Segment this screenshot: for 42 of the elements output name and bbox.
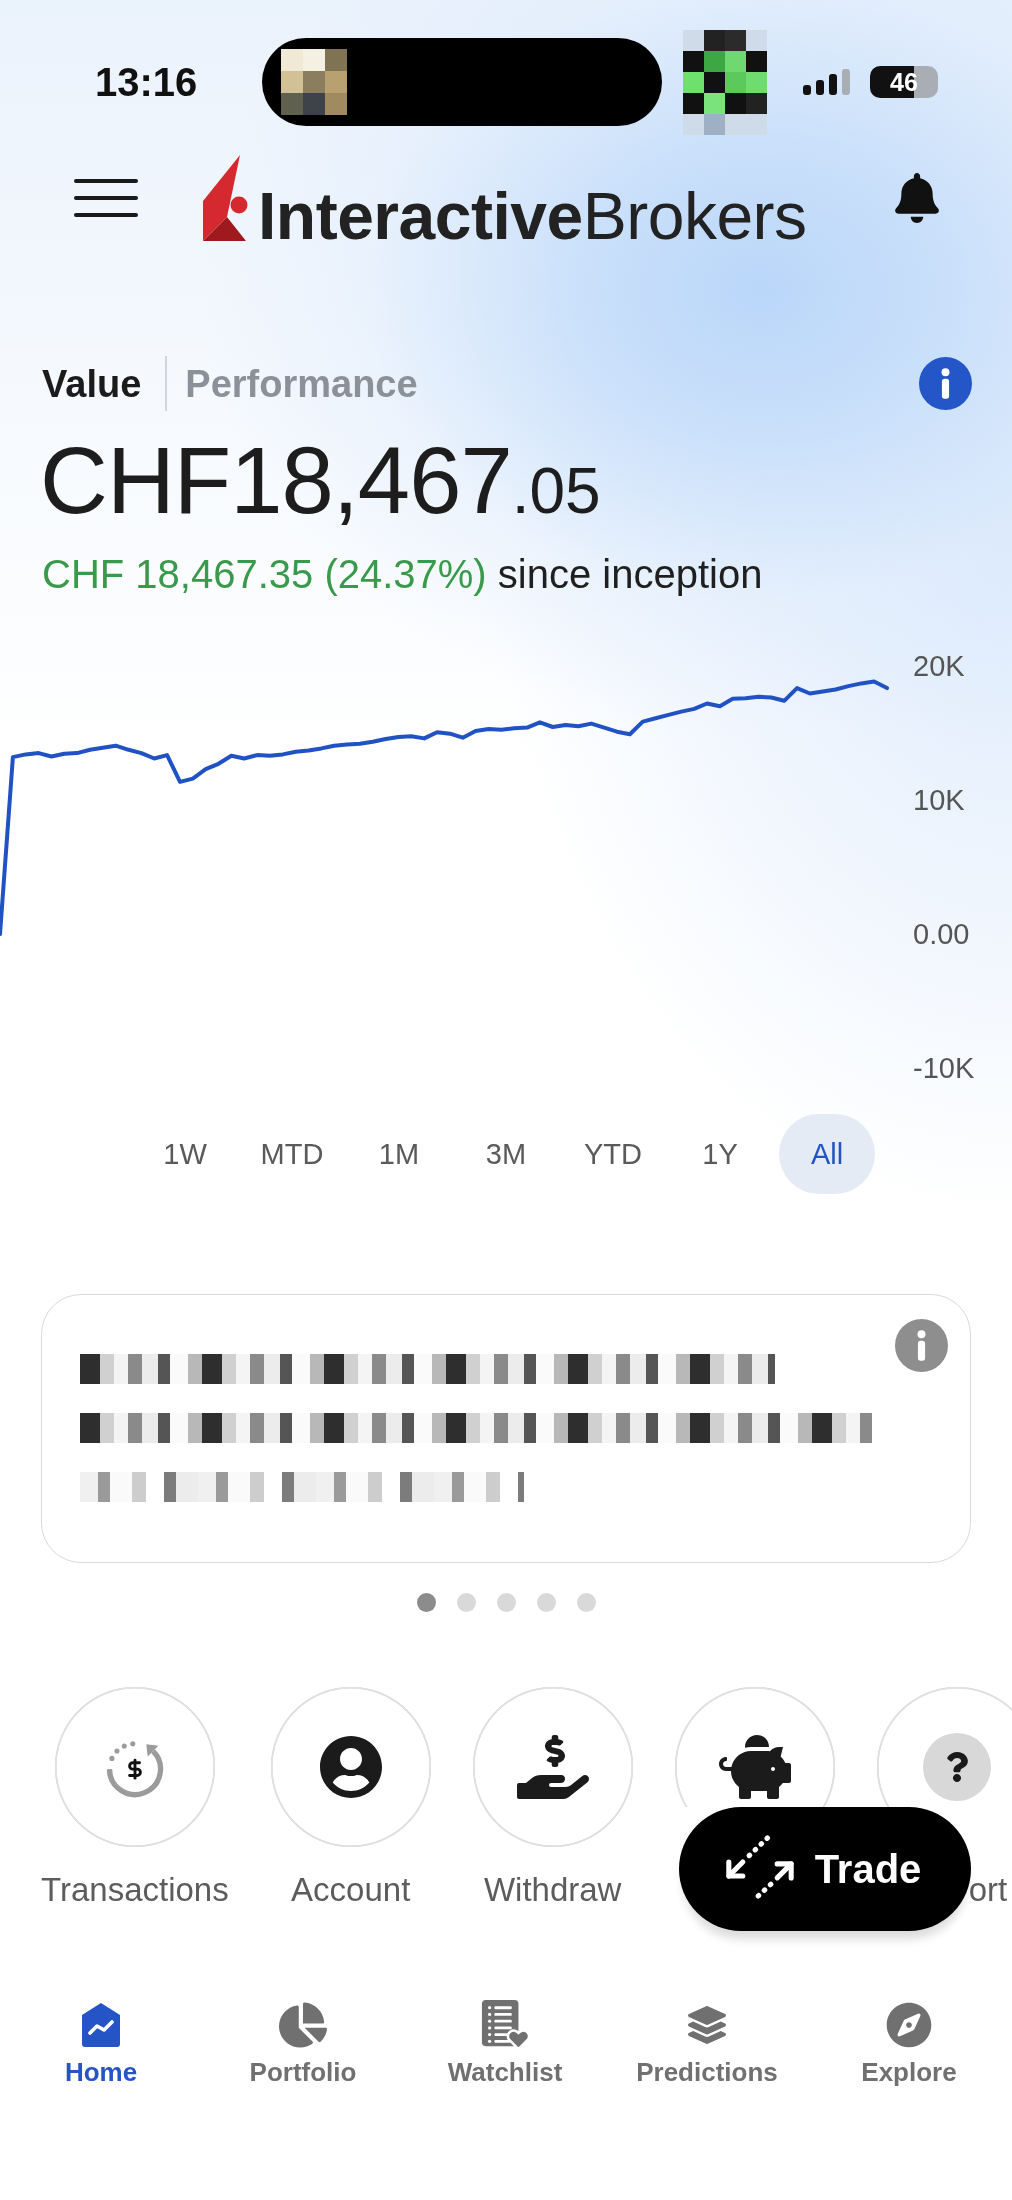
- menu-icon[interactable]: [74, 179, 138, 217]
- compass-icon: [886, 2002, 932, 2048]
- pagination-dot-icon[interactable]: [536, 1593, 556, 1612]
- info-icon[interactable]: [895, 1319, 948, 1372]
- info-icon[interactable]: [919, 357, 972, 410]
- view-tab[interactable]: Value: [42, 360, 142, 407]
- shortcut-label: ort: [968, 1870, 1008, 1910]
- pixelated-placeholder: [281, 49, 347, 115]
- trade-button[interactable]: Trade: [679, 1807, 971, 1931]
- range-button[interactable]: 3M: [458, 1114, 554, 1194]
- axis-tick-label: 0.00: [913, 918, 970, 950]
- gain-summary: CHF 18,467.35 (24.37%) since inception: [41, 551, 763, 597]
- logo-mark-icon: [203, 155, 248, 241]
- home-icon: [79, 2001, 123, 2049]
- axis-tick-label: 20K: [913, 650, 965, 682]
- layers-icon: [688, 2006, 726, 2044]
- cellular-signal-icon: [803, 69, 851, 95]
- shortcut-label: Account: [291, 1870, 411, 1910]
- shortcut-label: Withdraw: [483, 1870, 622, 1910]
- nav-tab[interactable]: Home: [64, 1998, 138, 2088]
- balance-amount: CHF18,467.05: [39, 431, 601, 535]
- range-button[interactable]: YTD: [565, 1114, 661, 1194]
- pagination-dot-icon[interactable]: [456, 1593, 476, 1612]
- nav-tab[interactable]: Portfolio: [249, 1998, 357, 2088]
- shortcut-label: Transactions: [41, 1870, 229, 1910]
- pie-chart-icon: [279, 2001, 327, 2049]
- range-button[interactable]: All: [779, 1114, 875, 1194]
- logo-wordmark: InteractiveBrokers: [258, 183, 807, 249]
- nav-tab[interactable]: Watchlist: [447, 1998, 563, 2088]
- range-button[interactable]: 1Y: [672, 1114, 768, 1194]
- nav-tab[interactable]: Explore: [861, 1998, 957, 2088]
- pagination-dot-icon[interactable]: [496, 1593, 516, 1612]
- status-time: 13:16: [95, 59, 199, 105]
- nav-tab[interactable]: Predictions: [636, 1998, 778, 2088]
- range-button[interactable]: MTD: [244, 1114, 340, 1194]
- axis-tick-label: -10K: [913, 1052, 975, 1084]
- pagination-dot-icon[interactable]: [416, 1593, 436, 1612]
- axis-tick-label: 10K: [913, 784, 965, 816]
- pagination-dot-icon[interactable]: [576, 1593, 596, 1612]
- range-button[interactable]: 1W: [137, 1114, 233, 1194]
- bell-icon[interactable]: [895, 173, 939, 223]
- range-button[interactable]: 1M: [351, 1114, 447, 1194]
